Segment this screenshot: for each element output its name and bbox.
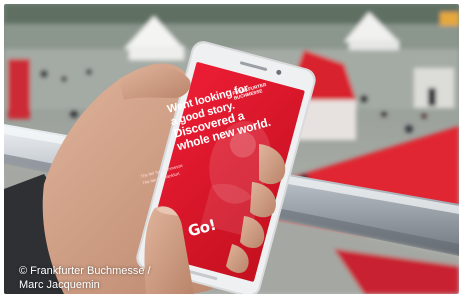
photo-credit-line1: © Frankfurter Buchmesse / bbox=[19, 265, 151, 277]
photo-credit-line2: Marc Jacquemin bbox=[19, 279, 100, 291]
photo bbox=[4, 4, 459, 294]
photo-credit: © Frankfurter Buchmesse / Marc Jacquemin bbox=[19, 264, 151, 292]
photo-scene bbox=[4, 4, 459, 294]
